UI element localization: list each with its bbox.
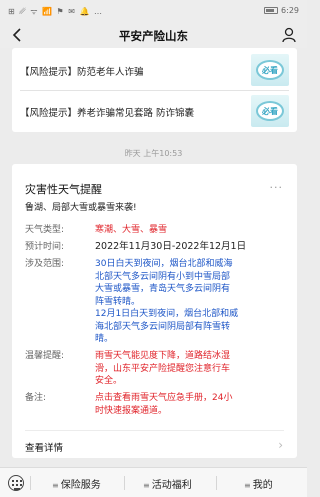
status-time: 6:29 (281, 6, 299, 15)
weather-alert-card[interactable]: 灾害性天气提醒 ··· 鲁湖、局部大雪或暴雪来袭! 天气类型: 寒潮、大雪、暴雪… (12, 164, 297, 458)
news-card: 【风险提示】防范老年人诈骗 必看 【风险提示】养老诈骗常见套路 防诈锦囊 必看 (12, 48, 297, 132)
bottom-menu-bar: ≡ 保险服务 ≡ 活动福利 ≡ 我的 (0, 467, 307, 497)
alert-title: 灾害性天气提醒 (25, 183, 102, 196)
menu-mine[interactable]: ≡ 我的 (244, 476, 273, 491)
nav-separator (124, 476, 125, 490)
affected-area-value: 30日白天到夜间，烟台北部和威海 北部天气多云间阴有小到中雪局部 大雪或暴雪，青… (95, 258, 285, 346)
row-label: 天气类型: (25, 225, 65, 235)
row-label: 预计时间: (25, 242, 65, 252)
menu-label: 保险服务 (60, 480, 101, 491)
chevron-right-icon[interactable]: › (278, 438, 283, 452)
nav-separator (216, 476, 217, 490)
row-label: 涉及范围: (25, 259, 65, 269)
text-line: 阵雪转晴。 (95, 296, 141, 307)
text-line: 海北部天气多云间阴局部有阵雪转 (95, 321, 231, 332)
view-details-link[interactable]: 查看详情 (25, 440, 63, 454)
menu-lines-icon: ≡ (143, 481, 150, 490)
text-line: 时快速报案通道。 (95, 405, 168, 416)
battery-icon (264, 7, 279, 14)
status-icons: ⊞ ␥ ᯤ 📶 ⚑ ✉ 🔔 … (8, 7, 104, 16)
must-read-badge: 必看 (256, 101, 284, 121)
menu-activity-benefits[interactable]: ≡ 活动福利 (143, 476, 192, 491)
menu-label: 我的 (252, 480, 273, 491)
news-item[interactable]: 【风险提示】防范老年人诈骗 必看 (12, 50, 297, 90)
user-profile-icon[interactable] (281, 26, 297, 44)
text-line: 雨雪天气能见度下降，道路结冰湿 (95, 351, 231, 361)
text-line: 北部天气多云间阴有小到中雪局部 (95, 271, 231, 282)
menu-lines-icon: ≡ (244, 481, 251, 490)
menu-insurance-service[interactable]: ≡ 保险服务 (52, 476, 101, 491)
card-divider (25, 430, 284, 431)
back-arrow-icon[interactable] (10, 26, 26, 44)
news-thumbnail: 必看 (251, 95, 289, 127)
page-title: 平安产险山东 (119, 29, 188, 43)
status-right: 6:29 (264, 6, 299, 15)
must-read-badge: 必看 (256, 60, 284, 80)
status-bar: ⊞ ␥ ᯤ 📶 ⚑ ✉ 🔔 … 6:29 (0, 0, 307, 22)
row-label: 备注: (25, 393, 47, 403)
expected-time-value: 2022年11月30日-2022年12月1日 (95, 241, 247, 252)
weather-type-value: 寒潮、大雪、暴雪 (95, 225, 168, 235)
nav-separator (30, 476, 31, 490)
news-item[interactable]: 【风险提示】养老诈骗常见套路 防诈锦囊 必看 (12, 91, 297, 131)
text-line: 点击查看雨雪天气应急手册，24小 (95, 393, 233, 403)
news-item-title: 【风险提示】养老诈骗常见套路 防诈锦囊 (20, 108, 195, 119)
warm-reminder-value: 雨雪天气能见度下降，道路结冰湿 滑，山东平安产险提醒您注意行车 安全。 (95, 350, 285, 388)
row-label: 温馨提醒: (25, 351, 65, 361)
text-line: 安全。 (95, 376, 123, 386)
chat-header: 平安产险山东 (0, 22, 307, 48)
text-line: 30日白天到夜间，烟台北部和威海 (95, 259, 233, 269)
keyboard-icon[interactable] (8, 475, 24, 491)
text-line: 晴。 (95, 334, 114, 344)
menu-lines-icon: ≡ (52, 481, 59, 490)
alert-subtitle: 鲁湖、局部大雪或暴雪来袭! (25, 203, 137, 213)
message-timestamp: 昨天 上午10:53 (124, 149, 183, 158)
text-line: 滑，山东平安产险提醒您注意行车 (95, 363, 231, 374)
menu-label: 活动福利 (151, 480, 192, 491)
text-line: 12月1日白天到夜间，烟台北部和威 (95, 309, 239, 319)
news-item-title: 【风险提示】防范老年人诈骗 (20, 67, 144, 78)
news-thumbnail: 必看 (251, 54, 289, 86)
more-options-icon[interactable]: ··· (270, 181, 284, 194)
remark-value[interactable]: 点击查看雨雪天气应急手册，24小 时快速报案通道。 (95, 392, 285, 417)
text-line: 大雪或暴雪，青岛天气多云间阴有 (95, 284, 231, 294)
